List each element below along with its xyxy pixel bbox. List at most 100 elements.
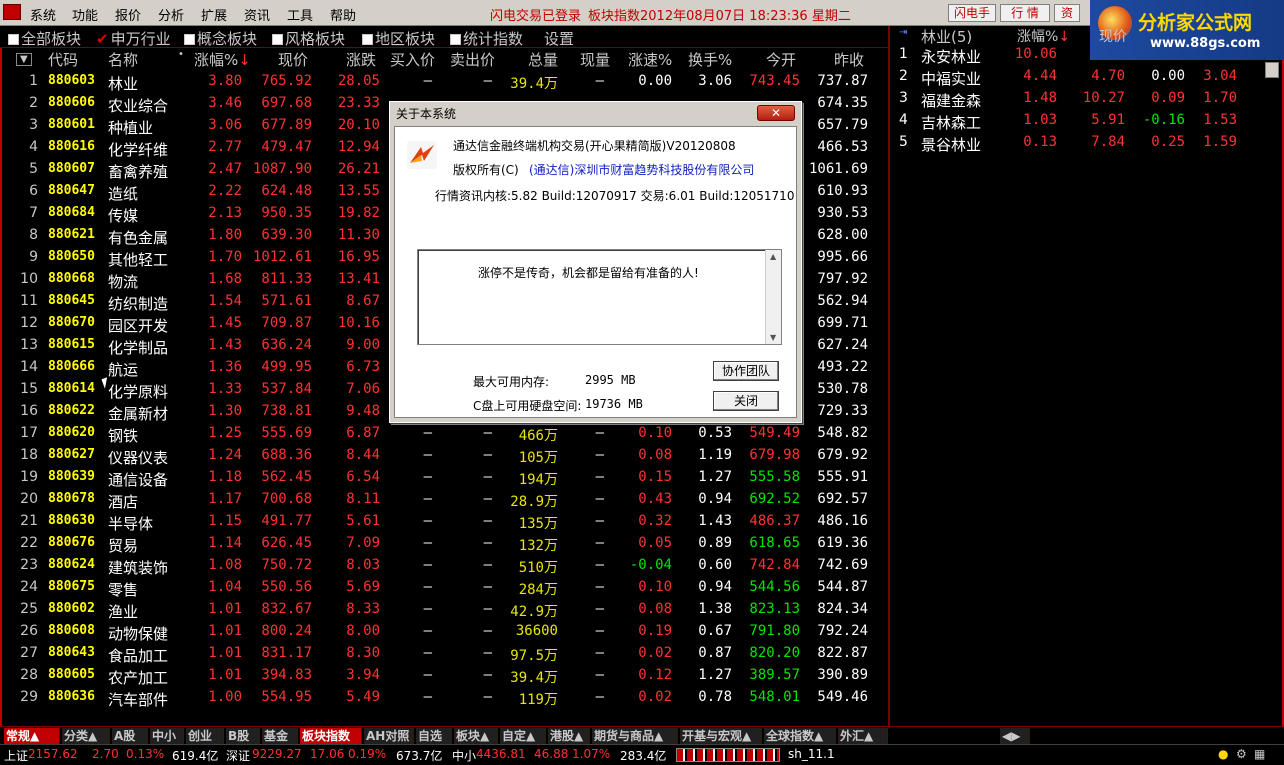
bottom-tab[interactable]: 开基与宏观▲ [680,728,762,744]
menu-system[interactable]: 系统 [30,5,56,24]
bottom-tab[interactable]: B股 [226,728,260,744]
dialog-company-link[interactable]: (通达信)深圳市财富趋势科技股份有限公司 [529,161,754,178]
col-name[interactable]: 名称 [108,49,138,71]
menu-analysis[interactable]: 分析 [158,5,184,24]
quote-button[interactable]: 行 情 [1000,4,1050,22]
sh-value: 2157.62 [28,747,78,761]
table-row[interactable]: 25 880602 渔业 1.01 832.67 8.33– –42.9万 –0.08 1.38… [0,599,888,621]
table-row[interactable]: 28 880605 农产加工 1.01 394.83 3.94– –39.4万 –0.12 1.… [0,665,888,687]
bottom-tab[interactable]: 期货与商品▲ [592,728,678,744]
message-scrollbar[interactable]: ▲ ▼ [765,250,781,344]
table-row[interactable]: 27 880643 食品加工 1.01 831.17 8.30– –97.5万 –0.02 0.… [0,643,888,665]
table-row[interactable]: 29 880636 汽车部件 1.00 554.95 5.49– –119万 –0.02 0.7… [0,687,888,709]
col-price[interactable]: 现价 [278,49,308,71]
col-bid[interactable]: 买入价 [390,49,435,71]
checkbox-icon[interactable] [362,34,373,45]
bottom-tab[interactable]: 外汇▲ [838,728,888,744]
app-icon[interactable] [3,4,21,20]
bottom-tab[interactable]: 板块▲ [454,728,498,744]
team-button[interactable]: 协作团队 [713,361,779,381]
checkbox-icon[interactable] [8,34,19,45]
network-icon[interactable]: ▦ [1254,747,1265,761]
col-ask[interactable]: 卖出价 [450,49,495,71]
tab-settings[interactable]: 设置 [544,28,574,49]
bottom-tab[interactable]: 基金 [262,728,298,744]
tab-sw-industry[interactable]: ✔ 申万行业 [96,28,171,49]
col-change-pct[interactable]: 涨幅%↓ [194,49,251,71]
cell-name: 金属新材 [108,405,169,423]
bottom-tab[interactable]: 全球指数▲ [764,728,836,744]
cell-change: 7.09 [346,535,380,551]
bottom-tab[interactable]: 创业 [186,728,224,744]
sort-dropdown-icon[interactable]: ▼ [16,53,32,66]
close-button[interactable]: 关闭 [713,391,779,411]
table-row[interactable]: 22 880676 贸易 1.14 626.45 7.09– –132万 –0.05 0.89 6… [0,533,888,555]
bottom-tab[interactable]: A股 [112,728,148,744]
bottom-tab[interactable]: 港股▲ [548,728,590,744]
tab-all-sectors[interactable]: 全部板块 [8,28,81,49]
col-speed[interactable]: 涨速% [628,49,672,71]
right-list-item[interactable]: 1 永安林业 10.06 [891,44,1256,66]
checkbox-icon[interactable] [272,34,283,45]
dialog-close-button[interactable]: ✕ [757,105,795,121]
table-row[interactable]: 19 880639 通信设备 1.18 562.45 6.54– –194万 –0.15 1.2… [0,467,888,489]
table-row[interactable]: 26 880608 动物保健 1.01 800.24 8.00– –36600–0.19 0.… [0,621,888,643]
rp-col-change-pct[interactable]: 涨幅%↓ [1017,26,1070,46]
tab-concept[interactable]: 概念板块 [184,28,257,49]
cell-prev-close: 1061.69 [808,161,868,177]
bottom-tab[interactable]: 板块指数 [300,728,362,744]
col-prev-close[interactable]: 昨收 [834,49,864,71]
col-change[interactable]: 涨跌 [346,49,376,71]
right-scrollbar[interactable] [1262,60,1282,725]
table-row[interactable]: 21 880630 半导体 1.15 491.77 5.61– –135万 –0.32 1.43… [0,511,888,533]
cell-speed: 0.00 [638,73,672,89]
menu-help[interactable]: 帮助 [330,5,356,24]
checkbox-icon[interactable] [184,34,195,45]
bottom-tab[interactable]: 自定▲ [500,728,546,744]
rp-col-price[interactable]: 现价 [1099,26,1127,46]
tab-stat-index[interactable]: 统计指数 [450,28,523,49]
tab-region[interactable]: 地区板块 [362,28,435,49]
table-row[interactable]: 17 880620 钢铁 1.25 555.69 6.87– –466万 –0.10 0.53 5… [0,423,888,445]
dialog-message-box[interactable]: 涨停不是传奇，机会都是留给有准备的人! ▲ ▼ [417,249,782,345]
flash-trade-button[interactable]: 闪电手 [948,4,996,22]
right-list-item[interactable]: 5 景谷林业 0.13 7.84 0.25 1.59 [891,132,1256,154]
row-index: 21 [20,513,38,529]
gear-icon[interactable]: ⚙ [1236,747,1247,761]
info-button[interactable]: 资 [1054,4,1080,22]
menu-info[interactable]: 资讯 [244,5,270,24]
table-row[interactable]: 23 880624 建筑装饰 1.08 750.72 8.03– –510万 – -0.04 0.… [0,555,888,577]
right-list-item[interactable]: 3 福建金森 1.48 10.27 0.09 1.70 [891,88,1256,110]
table-row[interactable]: 18 880627 仪器仪表 1.24 688.36 8.44– –105万 –0.08 1.1… [0,445,888,467]
cell-cur-volume: – [595,601,604,617]
scroll-up-icon[interactable]: ▲ [770,252,776,261]
col-cur-volume[interactable]: 现量 [580,49,610,71]
col-code[interactable]: 代码 [48,49,78,71]
pin-icon[interactable]: ⇥ [899,27,907,38]
checkbox-icon[interactable] [450,34,461,45]
col-turnover[interactable]: 换手% [688,49,732,71]
scroll-down-icon[interactable]: ▼ [770,333,776,342]
coin-icon[interactable]: ● [1218,747,1228,761]
bottom-tab[interactable]: 常规▲ [4,728,60,744]
menu-quote[interactable]: 报价 [115,5,141,24]
scroll-thumb[interactable] [1265,62,1279,78]
menu-tools[interactable]: 工具 [287,5,313,24]
table-row[interactable]: 1 880603 林业 3.80 765.92 28.05– –39.4万 –0.00 3.06… [0,71,888,93]
panel-divider[interactable] [888,26,890,726]
table-row[interactable]: 20 880678 酒店 1.17 700.68 8.11– –28.9万 –0.43 0.94… [0,489,888,511]
menu-extend[interactable]: 扩展 [201,5,227,24]
cell-price: 697.68 [261,95,312,111]
col-volume[interactable]: 总量 [528,49,558,71]
bottom-tab[interactable]: 自选 [416,728,452,744]
bottom-tab[interactable]: AH对照 [364,728,414,744]
bottom-tab[interactable]: 中小 [150,728,184,744]
tab-scroll-arrows-icon[interactable]: ◀▶ [1000,728,1030,744]
table-row[interactable]: 24 880675 零售 1.04 550.56 5.69– –284万 –0.10 0.94 5… [0,577,888,599]
tab-style[interactable]: 风格板块 [272,28,345,49]
col-open[interactable]: 今开 [766,49,796,71]
bottom-tab[interactable]: 分类▲ [62,728,110,744]
menu-function[interactable]: 功能 [72,5,98,24]
right-list-item[interactable]: 2 中福实业 4.44 4.70 0.00 3.04 [891,66,1256,88]
right-list-item[interactable]: 4 吉林森工 1.03 5.91 -0.16 1.53 [891,110,1256,132]
